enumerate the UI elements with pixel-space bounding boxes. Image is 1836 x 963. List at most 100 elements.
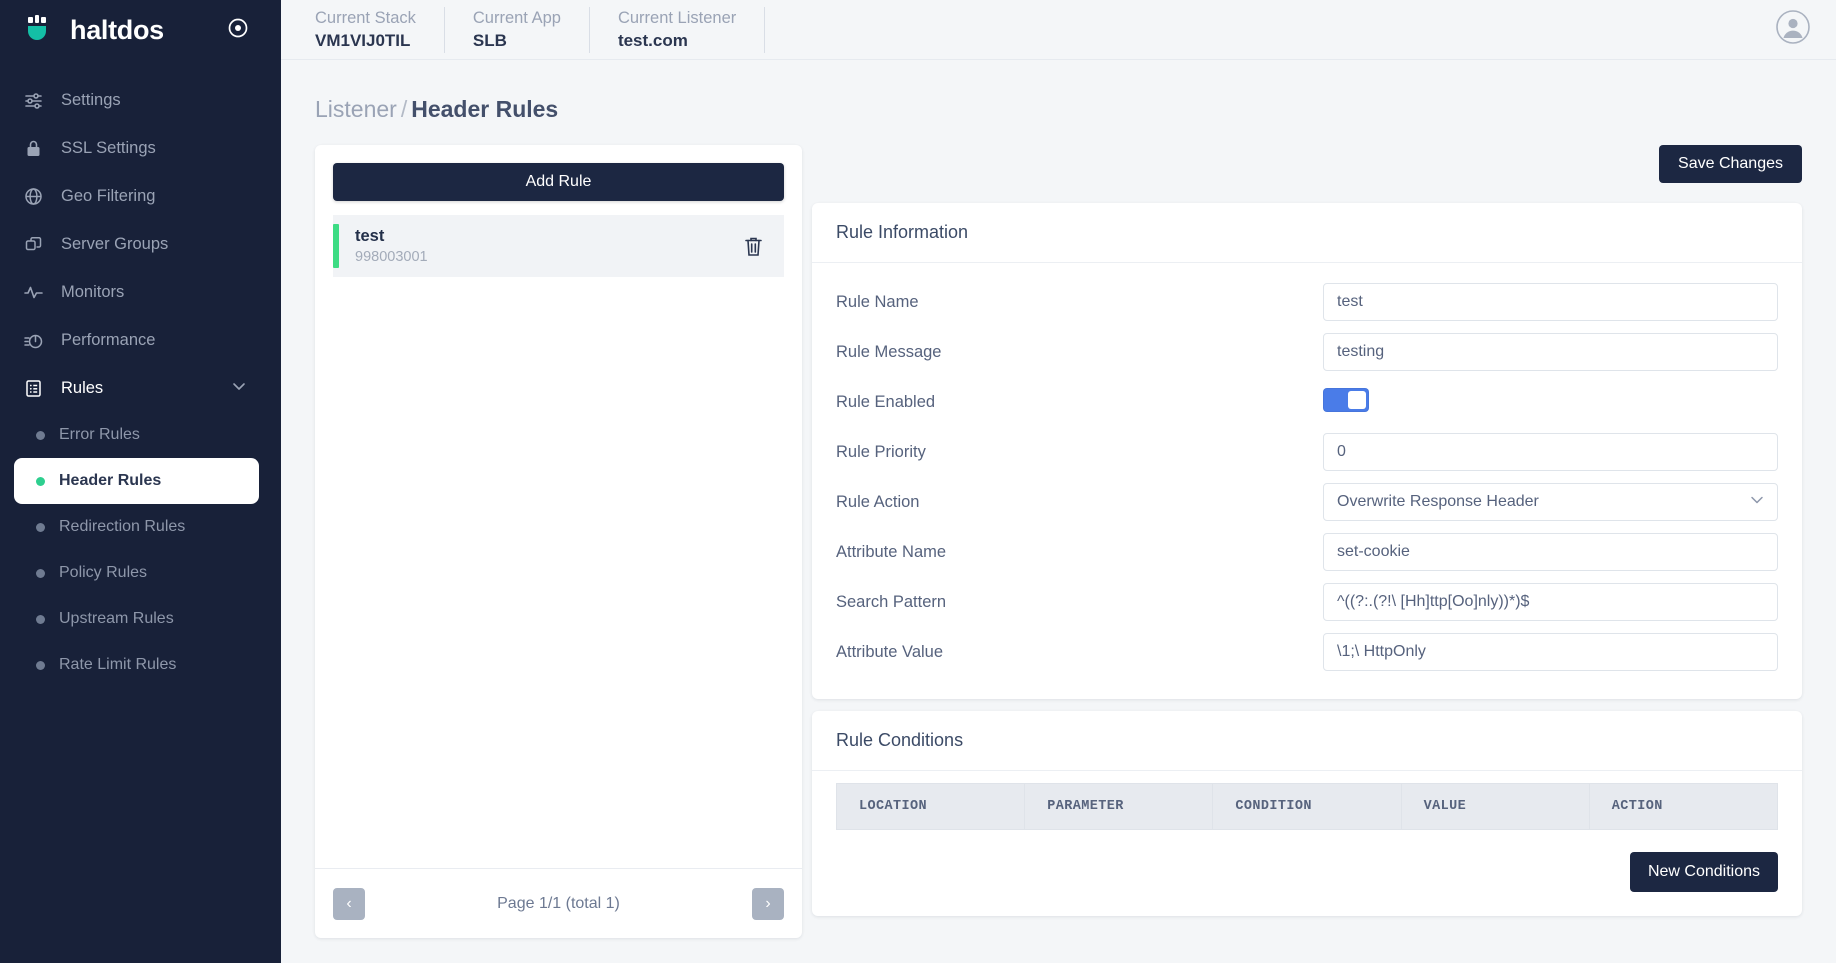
rule-detail-column: Save Changes Rule Information Rule Name	[812, 145, 1802, 916]
sidebar-item-label: Performance	[61, 330, 156, 349]
rule-conditions-footer: New Conditions	[812, 830, 1802, 916]
sidebar-item-label: Settings	[61, 90, 121, 109]
column-header-condition: CONDITION	[1212, 783, 1402, 830]
rule-list-item[interactable]: test 998003001	[333, 215, 784, 277]
sliders-icon	[22, 89, 44, 111]
current-listener: Current Listener test.com	[590, 6, 766, 53]
sidebar-item-geo-filtering[interactable]: Geo Filtering	[0, 172, 281, 220]
rule-item-name: test	[355, 227, 385, 245]
sidebar-item-label: Rules	[61, 378, 104, 397]
rule-conditions-panel: Rule Conditions LOCATION PARAMETER CONDI…	[812, 711, 1802, 916]
app-root: haltdos Settings SSL Settings Geo Filter…	[0, 0, 1836, 963]
save-row: Save Changes	[812, 145, 1802, 191]
page-title: Header Rules	[411, 96, 559, 122]
sidebar-item-label: Monitors	[61, 282, 125, 301]
trash-icon[interactable]	[739, 231, 768, 262]
bullet-icon	[36, 660, 45, 670]
sidebar-item-ssl-settings[interactable]: SSL Settings	[0, 124, 281, 172]
sidebar-item-label: Server Groups	[61, 234, 169, 253]
rule-enabled-label: Rule Enabled	[836, 392, 936, 411]
sidebar-item-policy-rules[interactable]: Policy Rules	[14, 550, 259, 596]
sidebar-item-performance[interactable]: Performance	[0, 316, 281, 364]
attribute-value-field-wrap	[1323, 633, 1778, 671]
chevron-down-icon[interactable]	[231, 378, 247, 399]
sidebar-subitem-label: Policy Rules	[59, 564, 148, 581]
rule-name-field-wrap	[1323, 283, 1778, 321]
pagination: ‹ Page 1/1 (total 1) ›	[315, 868, 802, 938]
sidebar: haltdos Settings SSL Settings Geo Filter…	[0, 0, 281, 963]
rule-name-input[interactable]	[1323, 283, 1778, 321]
sidebar-item-header-rules[interactable]: Header Rules	[14, 458, 259, 504]
save-changes-button[interactable]: Save Changes	[1659, 145, 1802, 183]
breadcrumb-parent[interactable]: Listener	[315, 96, 397, 122]
haltdos-shield-logo	[22, 13, 56, 47]
rule-enabled-toggle[interactable]	[1323, 387, 1369, 412]
sidebar-item-error-rules[interactable]: Error Rules	[14, 412, 259, 458]
current-stack-label: Current Stack	[315, 8, 416, 27]
sidebar-item-monitors[interactable]: Monitors	[0, 268, 281, 316]
attribute-name-field-wrap	[1323, 533, 1778, 571]
sidebar-item-label: SSL Settings	[61, 138, 156, 157]
search-pattern-field-wrap	[1323, 583, 1778, 621]
sidebar-item-server-groups[interactable]: Server Groups	[0, 220, 281, 268]
sidebar-subitem-label: Upstream Rules	[59, 610, 174, 627]
globe-icon	[22, 185, 44, 207]
brand-name: haltdos	[70, 14, 164, 45]
rule-information-form: Rule Name Rule Message	[812, 263, 1802, 699]
attribute-name-input[interactable]	[1323, 533, 1778, 571]
sidebar-item-rate-limit-rules[interactable]: Rate Limit Rules	[14, 642, 259, 688]
rule-information-panel: Rule Information Rule Name Rule Message	[812, 203, 1802, 699]
attribute-value-label: Attribute Value	[836, 642, 944, 661]
column-header-action: ACTION	[1588, 783, 1779, 830]
sidebar-item-upstream-rules[interactable]: Upstream Rules	[14, 596, 259, 642]
rule-item-id: 998003001	[355, 249, 428, 265]
search-pattern-label: Search Pattern	[836, 592, 947, 611]
current-stack: Current Stack VM1VIJ0TIL	[301, 6, 445, 53]
lock-icon	[22, 137, 44, 159]
bullet-icon	[36, 568, 45, 578]
rule-message-label: Rule Message	[836, 342, 942, 361]
list-box-icon	[22, 377, 44, 399]
column-header-parameter: PARAMETER	[1024, 783, 1214, 830]
search-pattern-input[interactable]	[1323, 583, 1778, 621]
rule-priority-input[interactable]	[1323, 433, 1778, 471]
content: Listener / Header Rules Add Rule test 9980…	[281, 60, 1836, 963]
sidebar-item-settings[interactable]: Settings	[0, 76, 281, 124]
rule-action-label: Rule Action	[836, 492, 920, 511]
attribute-name-label: Attribute Name	[836, 542, 947, 561]
rule-conditions-table: LOCATION PARAMETER CONDITION VALUE ACTIO…	[835, 783, 1779, 830]
bullet-icon	[36, 614, 45, 624]
sidebar-item-rules[interactable]: Rules	[0, 364, 281, 412]
pagination-text: Page 1/1 (total 1)	[497, 894, 620, 912]
sidebar-subitem-label: Header Rules	[59, 472, 162, 489]
rule-message-input[interactable]	[1323, 333, 1778, 371]
pagination-prev-button[interactable]: ‹	[333, 887, 365, 920]
breadcrumb-separator: /	[400, 96, 408, 122]
add-rule-button[interactable]: Add Rule	[333, 163, 784, 201]
pagination-next-button[interactable]: ›	[752, 887, 784, 920]
rule-priority-label: Rule Priority	[836, 442, 926, 461]
new-conditions-button[interactable]: New Conditions	[1629, 852, 1778, 892]
current-listener-label: Current Listener	[617, 8, 737, 27]
rule-conditions-title: Rule Conditions	[812, 711, 1802, 771]
form-row-rule-name: Rule Name	[836, 277, 1778, 327]
sidebar-subitem-label: Rate Limit Rules	[59, 656, 177, 673]
brand: haltdos	[0, 0, 281, 60]
avatar[interactable]	[1776, 10, 1810, 49]
attribute-value-input[interactable]	[1323, 633, 1778, 671]
form-row-attribute-name: Attribute Name	[836, 527, 1778, 577]
target-icon[interactable]	[227, 17, 249, 44]
sidebar-subitem-label: Error Rules	[59, 426, 140, 443]
copy-icon	[22, 233, 44, 255]
rule-action-select[interactable]	[1323, 483, 1778, 521]
sidebar-item-redirection-rules[interactable]: Redirection Rules	[14, 504, 259, 550]
form-row-attribute-value: Attribute Value	[836, 627, 1778, 677]
column-header-location: LOCATION	[835, 783, 1026, 830]
rule-action-field-wrap	[1323, 483, 1778, 521]
sidebar-nav: Settings SSL Settings Geo Filtering Serv…	[0, 60, 281, 963]
table-head: LOCATION PARAMETER CONDITION VALUE ACTIO…	[835, 783, 1779, 830]
current-stack-value: VM1VIJ0TIL	[315, 30, 411, 50]
column-header-value: VALUE	[1400, 783, 1590, 830]
topbar: Current Stack VM1VIJ0TIL Current App SLB…	[281, 0, 1836, 60]
rules-list-card: Add Rule test 998003001 ‹ Page 1/1 (tota…	[315, 145, 802, 938]
